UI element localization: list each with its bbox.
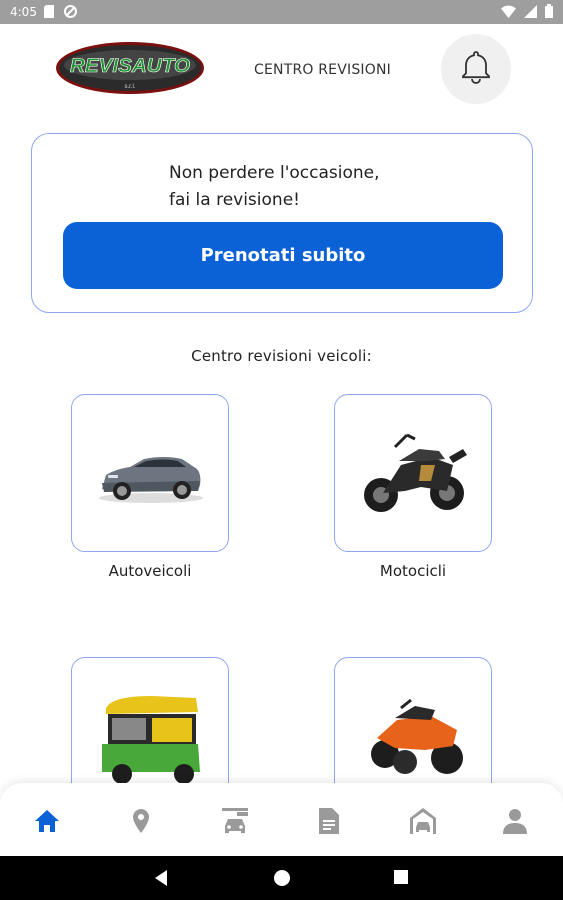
signal-icon	[524, 4, 537, 21]
system-nav-bar	[0, 856, 563, 900]
nav-garage[interactable]	[218, 805, 252, 837]
section-title: Centro revisioni veicoli:	[191, 347, 372, 365]
vehicle-tile-motorcycles[interactable]	[334, 394, 492, 552]
nav-documents[interactable]	[312, 805, 346, 837]
status-bar: 4:05	[0, 0, 563, 24]
blocked-icon	[64, 5, 77, 21]
book-now-button[interactable]: Prenotati subito	[63, 222, 503, 289]
notifications-button[interactable]	[441, 34, 511, 104]
person-icon	[503, 809, 527, 834]
nav-car-service[interactable]	[406, 805, 440, 837]
nav-location[interactable]	[124, 805, 158, 837]
vehicle-label-motorcycles: Motocicli	[379, 562, 447, 580]
car-house-icon	[410, 808, 436, 834]
wifi-icon	[501, 5, 516, 21]
svg-text:s.r.l.: s.r.l.	[124, 84, 135, 90]
svg-text:REVISAUTO: REVISAUTO	[70, 56, 190, 77]
garage-icon	[222, 808, 248, 833]
car-image	[99, 457, 203, 503]
promo-text-line2: fai la revisione!	[169, 190, 300, 210]
document-icon	[319, 808, 339, 834]
motorcycle-image	[364, 433, 467, 512]
app-header: REVISAUTO s.r.l. CENTRO REVISIONI	[0, 24, 563, 124]
battery-icon	[545, 4, 553, 21]
home-circle-icon[interactable]	[273, 869, 291, 891]
location-pin-icon	[133, 809, 149, 833]
vehicle-tile-cars[interactable]	[71, 394, 229, 552]
promo-text-line1: Non perdere l'occasione,	[169, 163, 380, 183]
sd-card-icon	[44, 5, 54, 21]
back-icon[interactable]	[153, 869, 169, 891]
recents-icon[interactable]	[393, 869, 409, 889]
home-icon	[35, 810, 59, 832]
promo-card: Non perdere l'occasione, fai la revision…	[31, 133, 533, 313]
bell-icon	[461, 50, 491, 88]
nav-profile[interactable]	[498, 805, 532, 837]
status-time: 4:05	[10, 5, 37, 19]
bottom-nav	[0, 783, 563, 856]
brand-logo: REVISAUTO s.r.l.	[54, 40, 206, 96]
nav-home[interactable]	[30, 805, 64, 837]
page-title: CENTRO REVISIONI	[254, 62, 391, 78]
vehicle-label-cars: Autoveicoli	[108, 562, 192, 580]
